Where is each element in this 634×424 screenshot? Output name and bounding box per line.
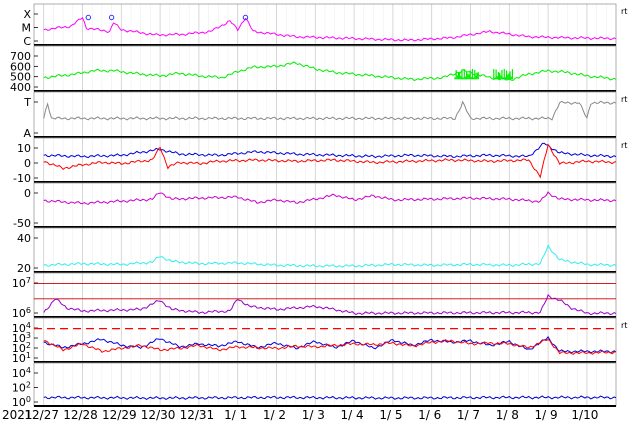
space-weather-chart: XMCrt700600500400TArt100-10rt0-504020107… [2, 3, 627, 422]
series-imf-components-0 [43, 142, 617, 159]
date-label: 1/ 4 [341, 408, 364, 422]
tick-label: -50 [13, 217, 31, 230]
realtime-flag: rt [621, 141, 627, 150]
tick-label: 100 [12, 395, 31, 409]
date-label: 1/ 5 [379, 408, 402, 422]
series-high-energy-proton-0 [43, 395, 617, 400]
date-label: 12/29 [102, 408, 137, 422]
tick-label: T [23, 96, 31, 109]
tick-label: 102 [12, 381, 31, 395]
series-imf-components-1 [43, 143, 617, 179]
flare-marker [85, 14, 92, 21]
date-label: 1/ 2 [263, 408, 286, 422]
tick-label: X [23, 8, 31, 21]
tick-label: A [23, 127, 31, 140]
realtime-flag: rt [621, 321, 627, 330]
date-label: 1/ 7 [457, 408, 480, 422]
series-magnetometer-0 [43, 191, 617, 205]
series-xray-class-0 [43, 17, 617, 42]
series-proton-flux-1 [43, 338, 617, 355]
realtime-flag: rt [621, 95, 627, 104]
tick-label: 0 [24, 157, 31, 170]
date-label: 1/ 6 [418, 408, 441, 422]
tick-label: C [23, 35, 31, 48]
tick-label: 10 [17, 142, 31, 155]
date-label: 1/ 1 [224, 408, 247, 422]
date-label: 12/30 [141, 408, 176, 422]
tick-label: 400 [10, 81, 31, 94]
date-label: 1/ 3 [302, 408, 325, 422]
tick-label: 0 [24, 187, 31, 200]
realtime-flag: rt [621, 7, 627, 16]
date-label: 1/ 9 [535, 408, 558, 422]
date-label: 1/10 [571, 408, 598, 422]
date-label: 12/31 [180, 408, 215, 422]
tick-label: 106 [12, 306, 31, 320]
series-imf-direction-0 [43, 100, 617, 121]
date-label: 12/27 [24, 408, 59, 422]
tick-label: -10 [13, 172, 31, 185]
series-solar-wind-speed-0 [43, 61, 617, 82]
date-label: 1/ 8 [496, 408, 519, 422]
date-label: 12/28 [63, 408, 98, 422]
tick-label: 104 [12, 366, 31, 380]
tick-label: M [22, 22, 32, 35]
tick-label: 101 [12, 351, 31, 365]
tick-label: 20 [17, 262, 31, 275]
tick-label: 40 [17, 232, 31, 245]
tick-label: 107 [12, 276, 31, 290]
series-electron-flux-0 [43, 294, 617, 316]
series-proton-density-0 [43, 244, 617, 268]
